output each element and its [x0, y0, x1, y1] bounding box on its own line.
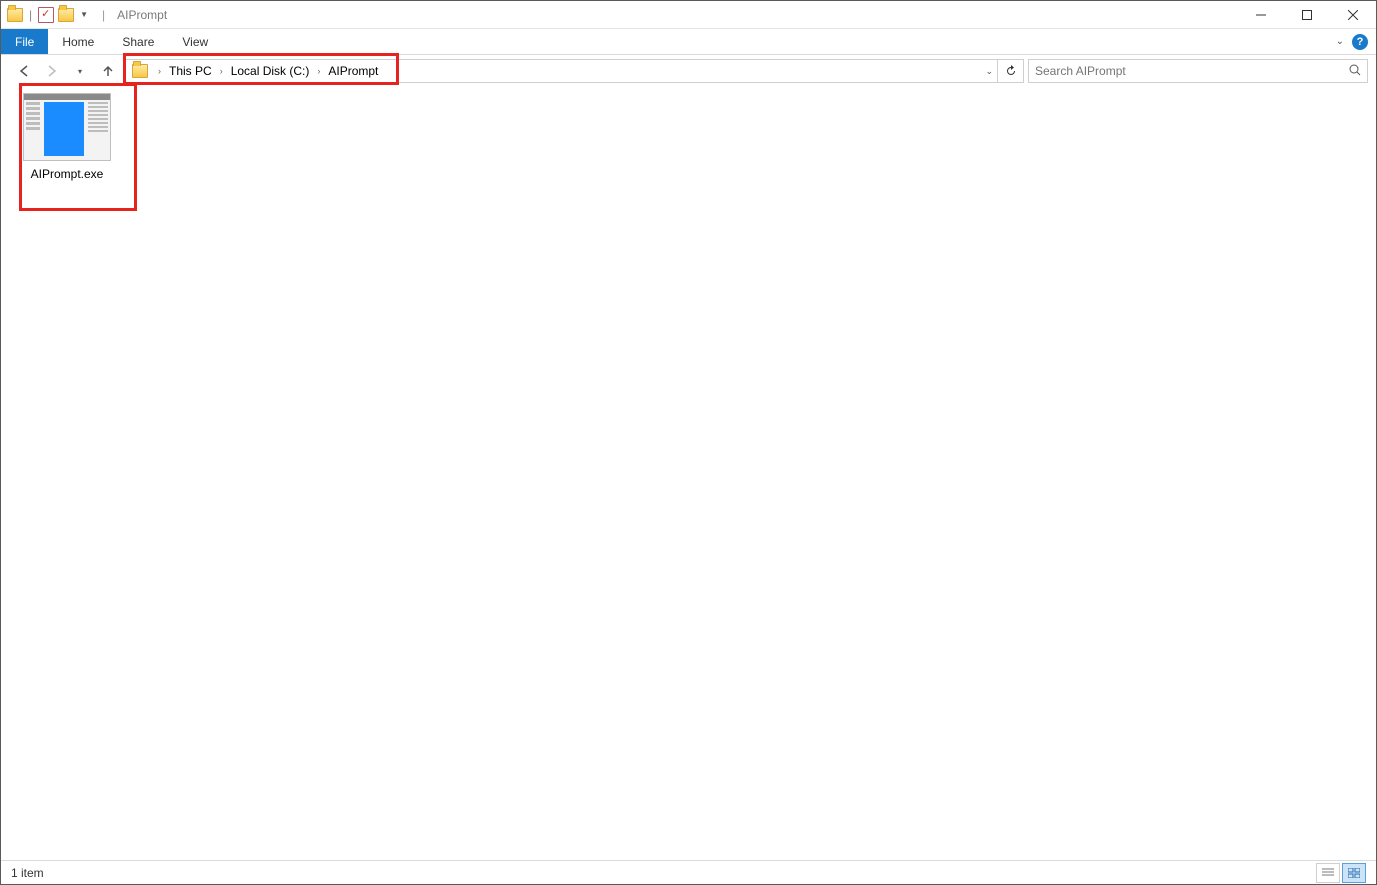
folder-icon[interactable]	[7, 8, 23, 22]
arrow-right-icon	[45, 64, 59, 78]
window-controls	[1238, 1, 1376, 29]
breadcrumb-local-disk[interactable]: Local Disk (C:)	[227, 64, 314, 78]
arrow-left-icon	[17, 64, 31, 78]
chevron-right-icon[interactable]: ›	[313, 66, 324, 76]
folder-icon	[132, 64, 148, 78]
refresh-button[interactable]	[998, 59, 1024, 83]
tab-file[interactable]: File	[1, 29, 48, 54]
file-item-aiprompt[interactable]: AIPrompt.exe	[11, 87, 123, 181]
chevron-right-icon[interactable]: ›	[216, 66, 227, 76]
chevron-down-icon: ▾	[78, 67, 82, 76]
details-view-icon	[1322, 868, 1334, 878]
status-item-count: 1 item	[11, 866, 44, 880]
breadcrumb-this-pc[interactable]: This PC	[165, 64, 216, 78]
file-label: AIPrompt.exe	[11, 167, 123, 181]
search-box[interactable]	[1028, 59, 1368, 83]
new-folder-icon[interactable]	[58, 8, 74, 22]
navigation-row: ▾ › This PC › Local Disk (C:) › AIPrompt…	[1, 55, 1376, 87]
qat-dropdown-icon[interactable]: ▼	[78, 10, 90, 19]
window-title: AIPrompt	[117, 8, 167, 22]
quick-access-toolbar: | ▼	[1, 7, 96, 23]
search-input[interactable]	[1035, 64, 1349, 78]
address-bar[interactable]: › This PC › Local Disk (C:) › AIPrompt ⌄	[125, 59, 998, 83]
back-button[interactable]	[13, 60, 35, 82]
forward-button[interactable]	[41, 60, 63, 82]
ribbon-right: ⌄ ?	[1336, 29, 1376, 54]
help-icon[interactable]: ?	[1352, 34, 1368, 50]
up-button[interactable]	[97, 60, 119, 82]
breadcrumb-aiprompt[interactable]: AIPrompt	[324, 64, 382, 78]
view-mode-buttons	[1316, 863, 1366, 883]
file-thumbnail	[23, 93, 111, 161]
content-area[interactable]: AIPrompt.exe	[1, 87, 1376, 860]
large-icons-view-button[interactable]	[1342, 863, 1366, 883]
address-root-icon[interactable]	[126, 64, 154, 78]
status-bar: 1 item	[1, 860, 1376, 884]
expand-ribbon-icon[interactable]: ⌄	[1336, 36, 1344, 47]
close-icon	[1348, 10, 1358, 20]
title-separator: |	[102, 8, 105, 22]
arrow-up-icon	[101, 64, 115, 78]
details-view-button[interactable]	[1316, 863, 1340, 883]
large-icons-view-icon	[1348, 868, 1360, 878]
refresh-icon	[1005, 65, 1017, 77]
properties-icon[interactable]	[38, 7, 54, 23]
qat-separator: |	[27, 8, 34, 22]
title-bar: | ▼ | AIPrompt	[1, 1, 1376, 29]
ribbon-tabs: File Home Share View ⌄ ?	[1, 29, 1376, 55]
maximize-icon	[1302, 10, 1312, 20]
maximize-button[interactable]	[1284, 1, 1330, 29]
search-icon[interactable]	[1349, 64, 1361, 79]
minimize-button[interactable]	[1238, 1, 1284, 29]
tab-share[interactable]: Share	[108, 29, 168, 54]
address-dropdown-icon[interactable]: ⌄	[985, 66, 993, 77]
chevron-right-icon[interactable]: ›	[154, 66, 165, 76]
recent-locations-button[interactable]: ▾	[69, 60, 91, 82]
address-tail: ⌄	[985, 66, 997, 77]
tab-home[interactable]: Home	[48, 29, 108, 54]
tab-view[interactable]: View	[168, 29, 222, 54]
minimize-icon	[1256, 10, 1266, 20]
address-bar-container: › This PC › Local Disk (C:) › AIPrompt ⌄	[125, 59, 1368, 83]
explorer-window: | ▼ | AIPrompt File Home Share View ⌄ ?	[0, 0, 1377, 885]
close-button[interactable]	[1330, 1, 1376, 29]
